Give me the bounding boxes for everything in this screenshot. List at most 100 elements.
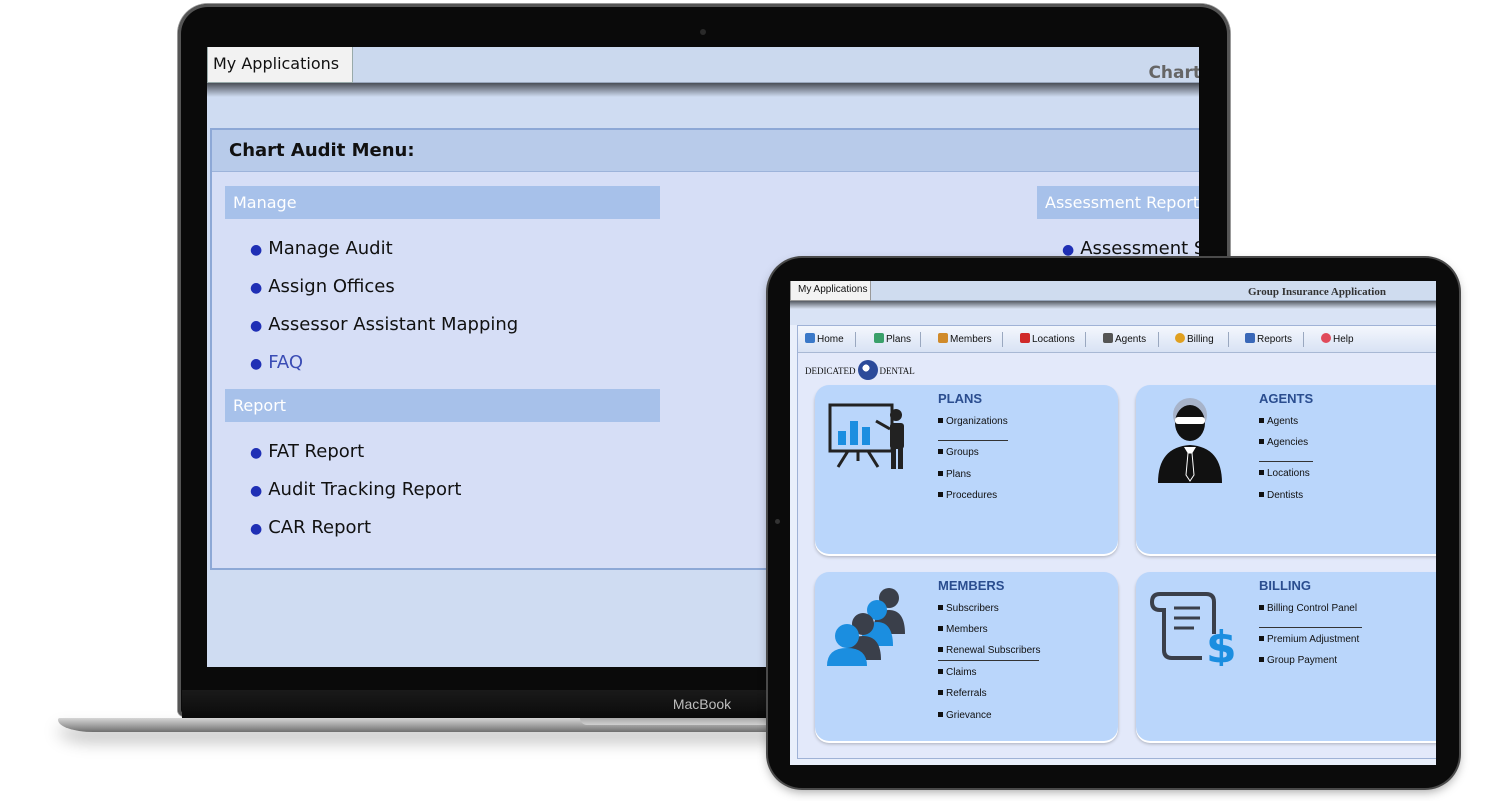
square-bullet-icon [938, 626, 943, 631]
square-bullet-icon [1259, 492, 1264, 497]
reports-icon [1245, 333, 1255, 343]
bullet-icon: ● [250, 356, 263, 372]
section-header-report: Report [225, 389, 660, 422]
tab-my-applications[interactable]: My Applications [207, 47, 353, 83]
tablet-top-bar: My Applications Group Insurance Applicat… [790, 281, 1436, 301]
link-manage-audit[interactable]: ● Manage Audit [250, 238, 393, 259]
nav-separator [1228, 332, 1229, 347]
tablet-screen: My Applications Group Insurance Applicat… [790, 281, 1436, 765]
section-header-manage: Manage [225, 186, 660, 219]
card-title-agents: AGENTS [1259, 391, 1314, 406]
link-dentists[interactable]: Dentists [1259, 490, 1303, 501]
square-bullet-icon [938, 605, 943, 610]
link-fat-report[interactable]: ● FAT Report [250, 441, 364, 462]
link-members[interactable]: Members [938, 624, 988, 635]
invoice-dollar-icon: $ [1150, 592, 1234, 666]
bullet-icon: ● [250, 318, 263, 334]
card-title-plans: PLANS [938, 391, 983, 406]
square-bullet-icon [1259, 470, 1264, 475]
card-agents: AGENTS Agents Agencies Locations Dentist… [1136, 385, 1436, 554]
square-bullet-icon [938, 669, 943, 674]
link-procedures[interactable]: Procedures [938, 490, 997, 501]
link-billing-control-panel[interactable]: Billing Control Panel [1259, 603, 1357, 614]
link-assessment[interactable]: ●Assessment Se [1062, 238, 1199, 259]
link-agencies[interactable]: Agencies [1259, 437, 1308, 448]
dedicated-dental-logo: DEDICATED DENTAL [805, 360, 915, 380]
square-bullet-icon [1259, 605, 1264, 610]
nav-help[interactable]: Help [1321, 333, 1354, 345]
nav-members[interactable]: Members [938, 333, 992, 345]
nav-separator [1303, 332, 1304, 347]
divider [1259, 461, 1313, 462]
nav-billing[interactable]: Billing [1175, 333, 1214, 345]
nav-separator [1158, 332, 1159, 347]
link-organizations[interactable]: Organizations [938, 416, 1008, 427]
nav-separator [1085, 332, 1086, 347]
card-members: MEMBERS Subscribers Members Renewal Subs… [815, 572, 1118, 741]
bullet-icon: ● [250, 445, 263, 461]
link-grievance[interactable]: Grievance [938, 710, 992, 721]
nav-agents[interactable]: Agents [1103, 333, 1146, 345]
link-assessor-assistant-mapping[interactable]: ● Assessor Assistant Mapping [250, 314, 518, 335]
svg-text:$: $ [1206, 622, 1234, 666]
card-title-members: MEMBERS [938, 578, 1005, 593]
card-plans: PLANS Organizations Groups Plans Procedu… [815, 385, 1118, 554]
help-icon [1321, 333, 1331, 343]
square-bullet-icon [938, 647, 943, 652]
link-premium-adjustment[interactable]: Premium Adjustment [1259, 634, 1359, 645]
billing-icon [1175, 333, 1185, 343]
link-audit-tracking-report[interactable]: ● Audit Tracking Report [250, 479, 461, 500]
bullet-icon: ● [250, 242, 263, 258]
link-agents[interactable]: Agents [1259, 416, 1298, 427]
card-title-billing: BILLING [1259, 578, 1311, 593]
square-bullet-icon [938, 712, 943, 717]
nav-separator [855, 332, 856, 347]
link-car-report[interactable]: ● CAR Report [250, 517, 371, 538]
bullet-icon: ● [1062, 242, 1075, 258]
header-band [790, 309, 1436, 325]
globe-icon [857, 360, 878, 380]
square-bullet-icon [1259, 418, 1264, 423]
square-bullet-icon [938, 690, 943, 695]
link-renewal-subscribers[interactable]: Renewal Subscribers [938, 645, 1041, 656]
link-assign-offices[interactable]: ● Assign Offices [250, 276, 395, 297]
link-group-payment[interactable]: Group Payment [1259, 655, 1337, 666]
header-shadow [207, 83, 1199, 97]
nav-separator [920, 332, 921, 347]
header-shadow [790, 301, 1436, 309]
bullet-icon: ● [250, 280, 263, 296]
link-plans[interactable]: Plans [938, 469, 971, 480]
link-faq[interactable]: ● FAQ [250, 352, 303, 373]
bullet-icon: ● [250, 521, 263, 537]
app-title: Chart [1148, 63, 1199, 83]
tab-my-applications[interactable]: My Applications [790, 281, 871, 301]
presentation-icon [828, 403, 904, 469]
nav-home[interactable]: Home [805, 333, 844, 345]
locations-icon [1020, 333, 1030, 343]
link-subscribers[interactable]: Subscribers [938, 603, 999, 614]
section-header-assessment-report: Assessment Report [1037, 186, 1199, 219]
link-referrals[interactable]: Referrals [938, 688, 987, 699]
link-groups[interactable]: Groups [938, 447, 979, 458]
members-group-icon [827, 588, 905, 666]
square-bullet-icon [938, 471, 943, 476]
divider [938, 660, 1039, 661]
link-locations[interactable]: Locations [1259, 468, 1310, 479]
panel-title: Chart Audit Menu: [212, 130, 1199, 172]
app-title: Group Insurance Application [1248, 286, 1386, 298]
square-bullet-icon [938, 449, 943, 454]
plans-icon [874, 333, 884, 343]
tablet-camera [775, 519, 780, 524]
divider [1259, 627, 1362, 628]
bullet-icon: ● [250, 483, 263, 499]
link-claims[interactable]: Claims [938, 667, 977, 678]
laptop-top-bar: My Applications Chart [207, 47, 1199, 83]
laptop-camera [700, 29, 706, 35]
members-icon [938, 333, 948, 343]
nav-reports[interactable]: Reports [1245, 333, 1292, 345]
tablet-main-panel: Home Plans Members Locations Agents Bill… [797, 325, 1436, 759]
square-bullet-icon [1259, 439, 1264, 444]
nav-locations[interactable]: Locations [1020, 333, 1075, 345]
nav-plans[interactable]: Plans [874, 333, 911, 345]
divider [938, 440, 1008, 441]
